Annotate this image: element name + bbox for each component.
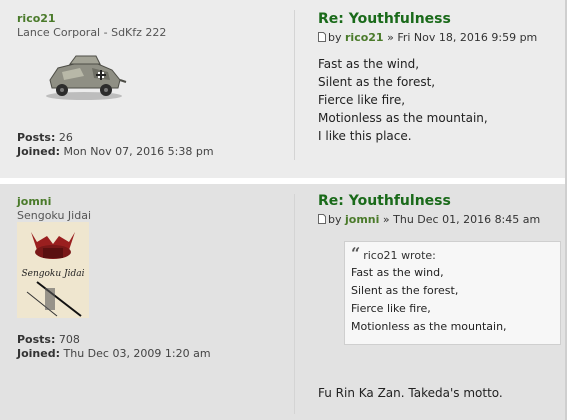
posts-label: Posts: <box>17 131 56 144</box>
post-meta: by rico21 » Fri Nov 18, 2016 9:59 pm <box>318 30 563 46</box>
by-label: by <box>328 213 342 226</box>
meta-separator: » <box>382 213 390 226</box>
post-link-icon[interactable] <box>318 214 326 224</box>
joined-date: Mon Nov 07, 2016 5:38 pm <box>63 145 214 158</box>
post-2-stats: Posts: 708 Joined: Thu Dec 03, 2009 1:20… <box>17 333 211 361</box>
quote-header: “rico21 wrote: <box>351 246 554 264</box>
meta-separator: » <box>387 31 394 44</box>
quote-block: “rico21 wrote: Fast as the wind, Silent … <box>344 241 561 345</box>
armored-car-icon <box>46 55 127 100</box>
quote-line: Fierce like fire, <box>351 302 431 315</box>
quote-line: Motionless as the mountain, <box>351 320 507 333</box>
column-separator <box>294 10 295 160</box>
by-label: by <box>328 31 342 44</box>
post-line: Fast as the wind, <box>318 57 420 71</box>
post-1-content: Re: Youthfulness by rico21 » Fri Nov 18,… <box>318 10 563 145</box>
posts-count: 26 <box>58 131 73 144</box>
post-line: Silent as the forest, <box>318 75 436 89</box>
post-line: I like this place. <box>318 129 412 143</box>
post-date: Fri Nov 18, 2016 9:59 pm <box>397 31 538 44</box>
username-link[interactable]: rico21 <box>17 12 287 26</box>
quote-mark-icon: “ <box>351 244 361 263</box>
quote-wrote: wrote: <box>401 249 436 262</box>
username-link[interactable]: jomni <box>17 195 287 209</box>
post-line: Fierce like fire, <box>318 93 406 107</box>
joined-label: Joined: <box>17 145 60 158</box>
user-rank: Sengoku Jidai <box>17 209 92 222</box>
avatar-caption: Sengoku Jidai <box>21 269 84 279</box>
post-line: Motionless as the mountain, <box>318 111 488 125</box>
post-title[interactable]: Re: Youthfulness <box>318 192 563 210</box>
post-body: Fast as the wind, Silent as the forest, … <box>318 55 563 145</box>
reply-text: Fu Rin Ka Zan. Takeda's motto. <box>318 386 503 400</box>
column-separator <box>294 194 295 414</box>
post-2-profile: jomni Sengoku Jidai <box>17 195 287 223</box>
posts-label: Posts: <box>17 333 56 346</box>
posts-count: 708 <box>58 333 80 346</box>
post-title[interactable]: Re: Youthfulness <box>318 10 563 28</box>
joined-label: Joined: <box>17 347 60 360</box>
post-link-icon[interactable] <box>318 32 326 42</box>
author-link[interactable]: rico21 <box>345 31 384 44</box>
samurai-helmet-icon: Sengoku Jidai <box>17 222 89 318</box>
post-date: Thu Dec 01, 2016 8:45 am <box>393 213 541 226</box>
quote-author: rico21 <box>363 249 398 262</box>
quote-line: Fast as the wind, <box>351 266 444 279</box>
post-meta: by jomni » Thu Dec 01, 2016 8:45 am <box>318 212 563 228</box>
joined-date: Thu Dec 03, 2009 1:20 am <box>63 347 211 360</box>
user-rank: Lance Corporal - SdKfz 222 <box>17 26 167 39</box>
post-2-content: Re: Youthfulness by jomni » Thu Dec 01, … <box>318 192 563 228</box>
quote-line: Silent as the forest, <box>351 284 459 297</box>
post-1-stats: Posts: 26 Joined: Mon Nov 07, 2016 5:38 … <box>17 131 214 159</box>
post-1-profile: rico21 Lance Corporal - SdKfz 222 <box>17 12 287 40</box>
author-link[interactable]: jomni <box>345 213 379 226</box>
